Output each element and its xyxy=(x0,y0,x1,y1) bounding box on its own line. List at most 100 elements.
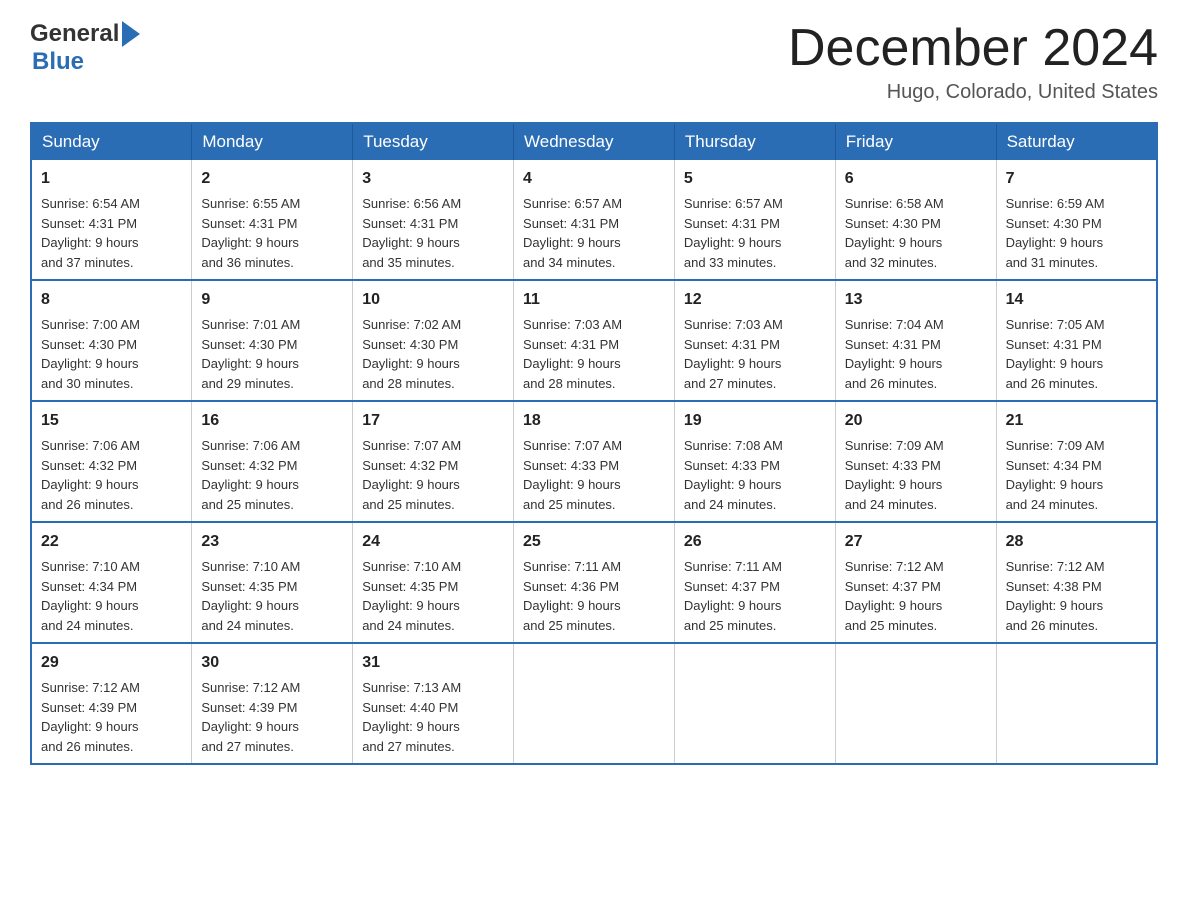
day-info: Sunrise: 7:02 AMSunset: 4:30 PMDaylight:… xyxy=(362,315,504,393)
calendar-cell: 26 Sunrise: 7:11 AMSunset: 4:37 PMDayligh… xyxy=(674,522,835,643)
logo-triangle-icon xyxy=(122,21,140,47)
calendar-cell: 28 Sunrise: 7:12 AMSunset: 4:38 PMDayligh… xyxy=(996,522,1157,643)
day-info: Sunrise: 7:04 AMSunset: 4:31 PMDaylight:… xyxy=(845,315,987,393)
day-number: 15 xyxy=(41,409,182,433)
day-number: 20 xyxy=(845,409,987,433)
day-info: Sunrise: 7:09 AMSunset: 4:33 PMDaylight:… xyxy=(845,436,987,514)
calendar-week-row: 8Sunrise: 7:00 AMSunset: 4:30 PMDaylight… xyxy=(31,280,1157,401)
day-info: Sunrise: 6:58 AMSunset: 4:30 PMDaylight:… xyxy=(845,194,987,272)
day-info: Sunrise: 7:10 AMSunset: 4:35 PMDaylight:… xyxy=(362,557,504,635)
calendar-cell: 9 Sunrise: 7:01 AMSunset: 4:30 PMDaylight… xyxy=(192,280,353,401)
day-info: Sunrise: 7:11 AMSunset: 4:37 PMDaylight:… xyxy=(684,557,826,635)
day-number: 12 xyxy=(684,288,826,312)
day-number: 16 xyxy=(201,409,343,433)
day-number: 4 xyxy=(523,167,665,191)
day-number: 10 xyxy=(362,288,504,312)
day-number: 3 xyxy=(362,167,504,191)
day-number: 22 xyxy=(41,530,182,554)
day-info: Sunrise: 7:10 AMSunset: 4:35 PMDaylight:… xyxy=(201,557,343,635)
day-number: 30 xyxy=(201,651,343,675)
title-area: December 2024 Hugo, Colorado, United Sta… xyxy=(788,20,1158,104)
day-info: Sunrise: 7:06 AMSunset: 4:32 PMDaylight:… xyxy=(41,436,182,514)
day-info: Sunrise: 7:12 AMSunset: 4:39 PMDaylight:… xyxy=(201,678,343,756)
calendar-cell: 16 Sunrise: 7:06 AMSunset: 4:32 PMDayligh… xyxy=(192,401,353,522)
location-subtitle: Hugo, Colorado, United States xyxy=(788,81,1158,104)
day-info: Sunrise: 6:56 AMSunset: 4:31 PMDaylight:… xyxy=(362,194,504,272)
header-wednesday: Wednesday xyxy=(514,123,675,160)
header-sunday: Sunday xyxy=(31,123,192,160)
calendar-cell: 10 Sunrise: 7:02 AMSunset: 4:30 PMDayligh… xyxy=(353,280,514,401)
logo-blue-text: Blue xyxy=(32,48,143,76)
day-info: Sunrise: 7:12 AMSunset: 4:38 PMDaylight:… xyxy=(1006,557,1147,635)
calendar-cell: 25Sunrise: 7:11 AMSunset: 4:36 PMDayligh… xyxy=(514,522,675,643)
header-thursday: Thursday xyxy=(674,123,835,160)
day-info: Sunrise: 7:09 AMSunset: 4:34 PMDaylight:… xyxy=(1006,436,1147,514)
day-info: Sunrise: 6:57 AMSunset: 4:31 PMDaylight:… xyxy=(523,194,665,272)
calendar-cell: 20 Sunrise: 7:09 AMSunset: 4:33 PMDayligh… xyxy=(835,401,996,522)
logo: General Blue xyxy=(30,20,143,76)
day-number: 25 xyxy=(523,530,665,554)
calendar-cell xyxy=(996,643,1157,764)
calendar-cell: 30 Sunrise: 7:12 AMSunset: 4:39 PMDayligh… xyxy=(192,643,353,764)
day-number: 5 xyxy=(684,167,826,191)
day-number: 1 xyxy=(41,167,182,191)
header-saturday: Saturday xyxy=(996,123,1157,160)
day-info: Sunrise: 7:01 AMSunset: 4:30 PMDaylight:… xyxy=(201,315,343,393)
day-info: Sunrise: 7:12 AMSunset: 4:39 PMDaylight:… xyxy=(41,678,182,756)
header-monday: Monday xyxy=(192,123,353,160)
day-number: 28 xyxy=(1006,530,1147,554)
calendar-cell: 11 Sunrise: 7:03 AMSunset: 4:31 PMDayligh… xyxy=(514,280,675,401)
day-number: 29 xyxy=(41,651,182,675)
day-info: Sunrise: 7:03 AMSunset: 4:31 PMDaylight:… xyxy=(684,315,826,393)
day-info: Sunrise: 7:08 AMSunset: 4:33 PMDaylight:… xyxy=(684,436,826,514)
calendar-cell: 7Sunrise: 6:59 AMSunset: 4:30 PMDaylight… xyxy=(996,160,1157,280)
day-number: 27 xyxy=(845,530,987,554)
day-info: Sunrise: 7:10 AMSunset: 4:34 PMDaylight:… xyxy=(41,557,182,635)
day-info: Sunrise: 7:13 AMSunset: 4:40 PMDaylight:… xyxy=(362,678,504,756)
day-number: 21 xyxy=(1006,409,1147,433)
day-info: Sunrise: 7:03 AMSunset: 4:31 PMDaylight:… xyxy=(523,315,665,393)
day-number: 26 xyxy=(684,530,826,554)
calendar-cell: 21 Sunrise: 7:09 AMSunset: 4:34 PMDayligh… xyxy=(996,401,1157,522)
calendar-cell: 19Sunrise: 7:08 AMSunset: 4:33 PMDayligh… xyxy=(674,401,835,522)
day-number: 11 xyxy=(523,288,665,312)
calendar-cell: 5 Sunrise: 6:57 AMSunset: 4:31 PMDaylight… xyxy=(674,160,835,280)
calendar-cell xyxy=(674,643,835,764)
day-number: 9 xyxy=(201,288,343,312)
header: General Blue December 2024 Hugo, Colorad… xyxy=(30,20,1158,104)
day-info: Sunrise: 7:07 AMSunset: 4:33 PMDaylight:… xyxy=(523,436,665,514)
day-info: Sunrise: 7:06 AMSunset: 4:32 PMDaylight:… xyxy=(201,436,343,514)
header-friday: Friday xyxy=(835,123,996,160)
calendar-cell: 15 Sunrise: 7:06 AMSunset: 4:32 PMDayligh… xyxy=(31,401,192,522)
day-header-row: Sunday Monday Tuesday Wednesday Thursday… xyxy=(31,123,1157,160)
calendar-cell: 3 Sunrise: 6:56 AMSunset: 4:31 PMDaylight… xyxy=(353,160,514,280)
calendar-cell: 18Sunrise: 7:07 AMSunset: 4:33 PMDayligh… xyxy=(514,401,675,522)
calendar-week-row: 15 Sunrise: 7:06 AMSunset: 4:32 PMDayligh… xyxy=(31,401,1157,522)
day-info: Sunrise: 7:12 AMSunset: 4:37 PMDaylight:… xyxy=(845,557,987,635)
calendar-cell: 23 Sunrise: 7:10 AMSunset: 4:35 PMDayligh… xyxy=(192,522,353,643)
calendar-cell: 24 Sunrise: 7:10 AMSunset: 4:35 PMDayligh… xyxy=(353,522,514,643)
day-info: Sunrise: 7:07 AMSunset: 4:32 PMDaylight:… xyxy=(362,436,504,514)
day-info: Sunrise: 7:00 AMSunset: 4:30 PMDaylight:… xyxy=(41,315,182,393)
logo-general-text: General xyxy=(30,20,119,48)
calendar-week-row: 1Sunrise: 6:54 AMSunset: 4:31 PMDaylight… xyxy=(31,160,1157,280)
day-number: 23 xyxy=(201,530,343,554)
calendar-cell: 22 Sunrise: 7:10 AMSunset: 4:34 PMDayligh… xyxy=(31,522,192,643)
calendar-cell: 12 Sunrise: 7:03 AMSunset: 4:31 PMDayligh… xyxy=(674,280,835,401)
calendar-cell: 4 Sunrise: 6:57 AMSunset: 4:31 PMDaylight… xyxy=(514,160,675,280)
day-number: 24 xyxy=(362,530,504,554)
day-number: 13 xyxy=(845,288,987,312)
day-number: 31 xyxy=(362,651,504,675)
calendar-cell: 31 Sunrise: 7:13 AMSunset: 4:40 PMDayligh… xyxy=(353,643,514,764)
day-info: Sunrise: 6:57 AMSunset: 4:31 PMDaylight:… xyxy=(684,194,826,272)
month-title: December 2024 xyxy=(788,20,1158,77)
calendar-week-row: 29 Sunrise: 7:12 AMSunset: 4:39 PMDayligh… xyxy=(31,643,1157,764)
calendar-cell: 27 Sunrise: 7:12 AMSunset: 4:37 PMDayligh… xyxy=(835,522,996,643)
day-number: 14 xyxy=(1006,288,1147,312)
calendar-cell: 17 Sunrise: 7:07 AMSunset: 4:32 PMDayligh… xyxy=(353,401,514,522)
calendar-cell: 2Sunrise: 6:55 AMSunset: 4:31 PMDaylight… xyxy=(192,160,353,280)
day-info: Sunrise: 6:59 AMSunset: 4:30 PMDaylight:… xyxy=(1006,194,1147,272)
day-number: 17 xyxy=(362,409,504,433)
calendar-cell xyxy=(835,643,996,764)
calendar-cell xyxy=(514,643,675,764)
